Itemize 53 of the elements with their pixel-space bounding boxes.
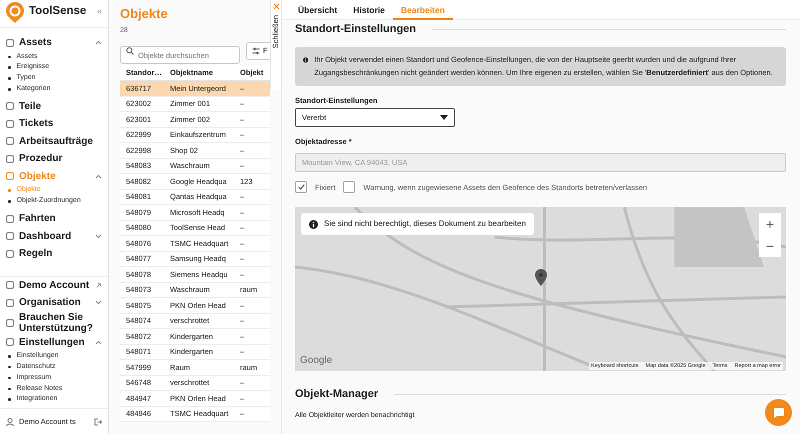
check-icon <box>298 184 304 190</box>
nav-icon <box>6 154 14 163</box>
map-pin-icon <box>535 269 547 286</box>
map-logo: Google <box>300 354 332 368</box>
sidebar-item[interactable]: Tickets <box>0 115 108 133</box>
sidebar-item[interactable]: Teile <box>0 98 108 116</box>
checkbox[interactable] <box>343 181 356 194</box>
caret-icon <box>440 115 448 120</box>
close-icon <box>272 3 280 10</box>
brand-name: ToolSense <box>29 4 86 19</box>
chevron-down-icon <box>95 300 102 306</box>
nav-icon <box>6 338 14 346</box>
section-title: Objekt-Manager <box>295 388 378 402</box>
nav-icon <box>6 250 14 258</box>
nav-icon <box>6 232 14 240</box>
nav-icon <box>6 281 14 290</box>
chevron-up-icon <box>95 174 102 179</box>
zoom-in-button[interactable]: + <box>759 213 781 236</box>
chat-bubble-icon <box>772 406 784 418</box>
sidebar-item[interactable]: Brauchen Sie Unterstützung? <box>0 312 108 334</box>
section-title: Standort-Einstellungen <box>295 23 416 36</box>
chevron-up-icon <box>95 340 102 345</box>
logout-icon[interactable] <box>94 418 102 426</box>
nav-icon <box>6 298 14 307</box>
panel-title: Objekte <box>119 5 168 22</box>
permission-notice: Sie sind nicht berechtigt, dieses Dokument zu bearbeiten <box>301 213 534 236</box>
nav-icon <box>6 214 14 223</box>
sidebar-item[interactable]: Organisation <box>0 294 108 312</box>
chevron-up-icon <box>95 40 102 46</box>
chat-button[interactable] <box>765 399 792 426</box>
chevron-down-icon <box>95 234 102 239</box>
nav-icon <box>6 102 14 110</box>
sliders-icon <box>252 46 260 54</box>
tab[interactable]: Historie <box>345 0 393 20</box>
sidebar-item[interactable]: Fahrten <box>0 210 108 228</box>
sidebar-item[interactable]: Regeln <box>0 244 108 262</box>
checkbox[interactable] <box>295 181 307 194</box>
sidebar-item[interactable]: Prozedur <box>0 150 108 168</box>
info-icon <box>303 55 308 66</box>
user-icon <box>6 418 14 426</box>
nav-icon <box>6 120 14 128</box>
sidebar-item[interactable]: Einstellungen <box>0 334 108 352</box>
nav-icon <box>6 318 14 327</box>
zoom-out-button[interactable]: − <box>759 235 781 258</box>
sidebar-item[interactable]: Dashboard <box>0 227 108 245</box>
sidebar-item[interactable]: Arbeitsaufträge <box>0 132 108 150</box>
nav-icon <box>6 172 14 180</box>
sidebar-item[interactable]: Demo Account <box>0 276 108 294</box>
info-icon <box>309 220 318 229</box>
tab[interactable]: Übersicht <box>290 0 346 20</box>
nav-icon <box>6 38 14 47</box>
sidebar-item[interactable]: Assets <box>0 34 108 52</box>
nav-icon <box>6 137 14 146</box>
